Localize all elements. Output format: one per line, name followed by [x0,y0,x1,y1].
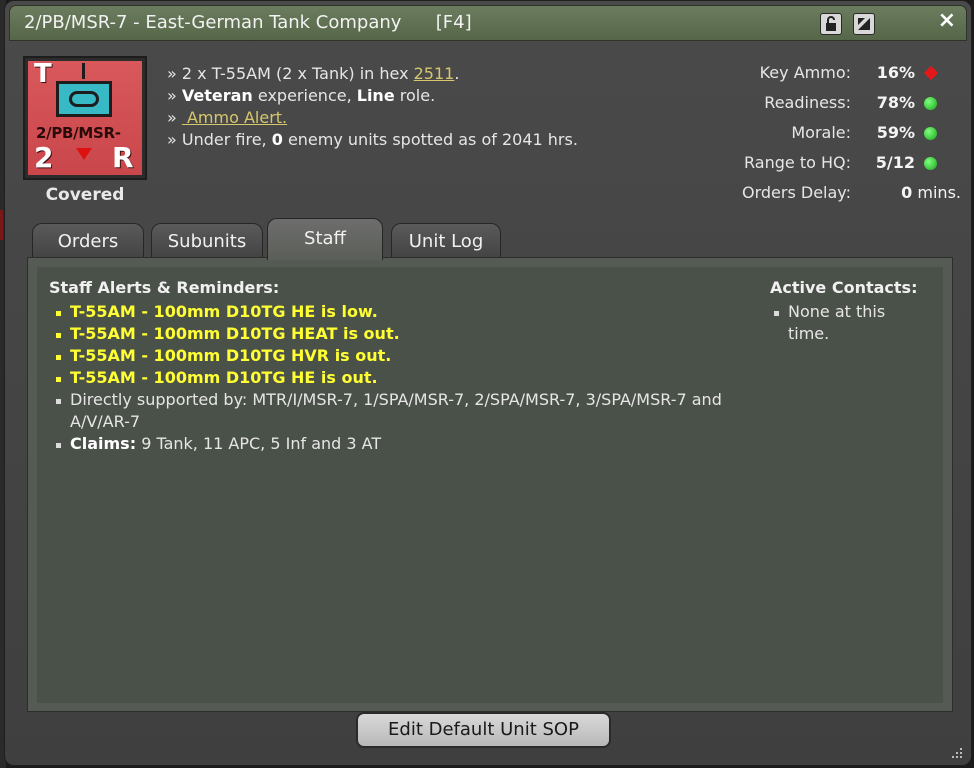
stat-label: Morale: [791,123,851,142]
hotkey-label: [F4] [435,12,472,33]
alert-item: T-55AM - 100mm D10TG HEAT is out. [53,323,733,345]
contact-item: None at this time. [771,301,911,345]
background-marker [0,210,3,240]
status-ok-icon [924,127,937,140]
edit-sop-button[interactable]: Edit Default Unit SOP [356,712,611,748]
tab-unit-log[interactable]: Unit Log [391,223,501,259]
unit-counter[interactable]: T 2/PB/MSR- 2 R [23,56,147,180]
stat-label: Range to HQ: [744,153,851,172]
unit-counter-face: T 2/PB/MSR- 2 R [28,59,142,175]
support-item: Directly supported by: MTR/I/MSR-7, 1/SP… [53,389,733,433]
summary-experience: » Veteran experience, Line role. [167,86,436,105]
status-ok-icon [924,157,937,170]
alerts-title: Staff Alerts & Reminders: [49,278,280,297]
title-bar[interactable]: 2/PB/MSR-7 - East-German Tank Company [F… [9,5,967,41]
summary-contact: » Under fire, 0 enemy units spotted as o… [167,130,578,149]
resize-grip-icon[interactable] [951,747,963,759]
stat-value: 78% [876,93,915,112]
contacts-title: Active Contacts: [770,278,918,297]
stat-orders-delay: Orders Delay: 0 mins. [691,183,971,213]
tank-symbol-mast [82,63,85,79]
unit-info-window: 2/PB/MSR-7 - East-German Tank Company [F… [4,0,972,766]
stat-value: 59% [876,123,915,142]
close-icon[interactable]: × [938,8,956,33]
stat-value: 5/12 [875,153,915,172]
tab-subunits[interactable]: Subunits [151,223,263,259]
lock-open-icon[interactable] [820,13,842,35]
counter-range-letter: R [112,141,134,174]
armor-oval-icon [69,91,99,107]
window-title: 2/PB/MSR-7 - East-German Tank Company [F… [24,12,472,33]
stat-range-to-hq: Range to HQ: 5/12 [691,153,971,183]
counter-strength: 2 [34,141,54,174]
counter-type-letter: T [34,59,52,89]
status-ok-icon [924,97,937,110]
tab-staff[interactable]: Staff [267,218,383,260]
stat-label: Key Ammo: [759,63,851,82]
alert-item: T-55AM - 100mm D10TG HE is out. [53,367,733,389]
alerts-list: T-55AM - 100mm D10TG HE is low. T-55AM -… [53,301,733,455]
unit-summary: » 2 x T-55AM (2 x Tank) in hex 2511. » V… [167,63,578,151]
alert-item: T-55AM - 100mm D10TG HVR is out. [53,345,733,367]
stat-morale: Morale: 59% [691,123,971,153]
stat-value: 16% [876,63,915,82]
stat-label: Readiness: [764,93,851,112]
unit-status: Covered [45,185,125,205]
ammo-alert-link[interactable]: Ammo Alert. [182,108,287,127]
facing-triangle-icon [76,148,92,160]
contacts-list: None at this time. [771,301,911,345]
tank-symbol-icon [56,81,112,117]
restore-icon[interactable] [853,13,875,35]
unit-stats: Key Ammo: 16% Readiness: 78% Morale: 59%… [691,63,971,213]
stat-value: 0 mins. [901,183,961,202]
alert-diamond-icon [923,65,939,81]
counter-designation: 2/PB/MSR- [36,124,121,142]
alert-item: T-55AM - 100mm D10TG HE is low. [53,301,733,323]
stat-key-ammo: Key Ammo: 16% [691,63,971,93]
summary-ammo-alert: » Ammo Alert. [167,108,288,127]
tab-orders[interactable]: Orders [32,223,144,259]
stat-label: Orders Delay: [742,183,851,202]
claims-item: Claims: 9 Tank, 11 APC, 5 Inf and 3 AT [53,433,733,455]
stat-readiness: Readiness: 78% [691,93,971,123]
summary-composition: » 2 x T-55AM (2 x Tank) in hex 2511. [167,64,460,83]
hex-link[interactable]: 2511 [414,64,455,83]
